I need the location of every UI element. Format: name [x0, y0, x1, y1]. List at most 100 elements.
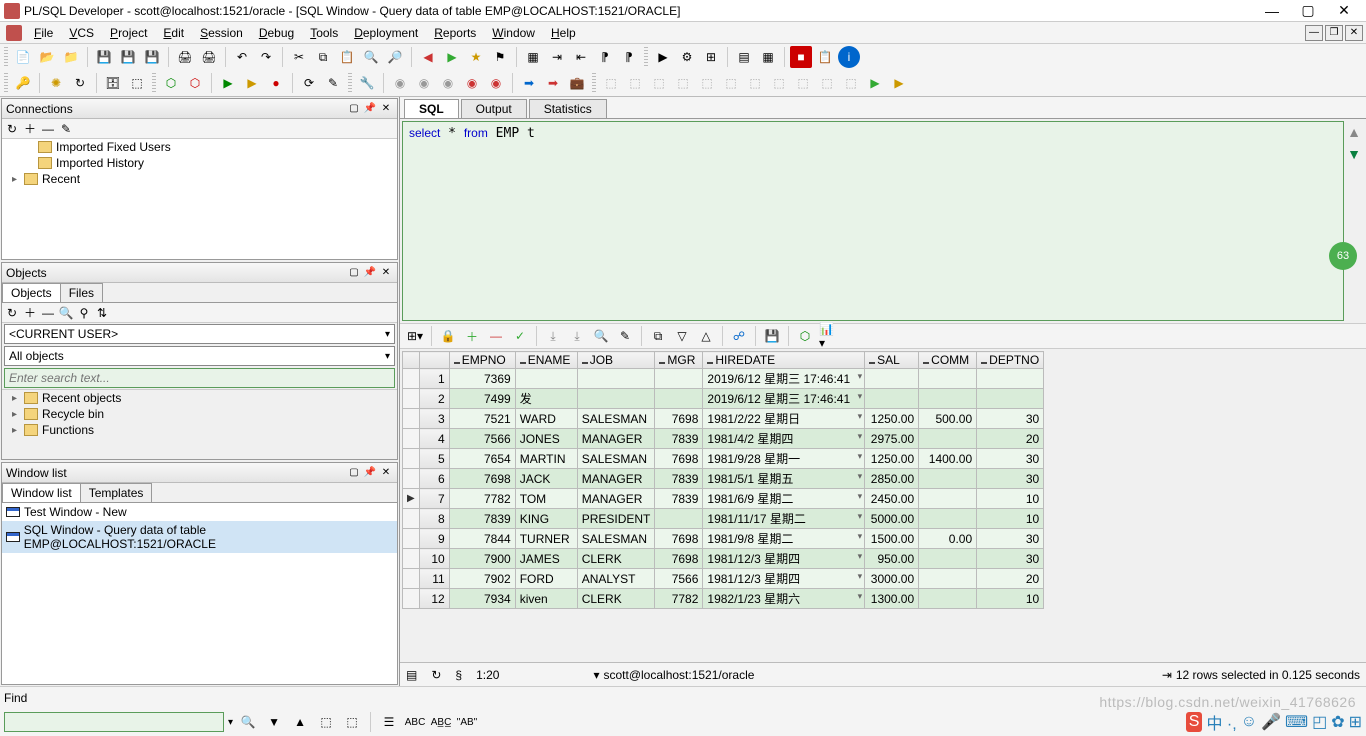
- menu-deployment[interactable]: Deployment: [346, 24, 426, 42]
- find-button[interactable]: 🔍: [360, 46, 382, 68]
- bookmark-list-button[interactable]: ⚑: [489, 46, 511, 68]
- key-button[interactable]: 🔧: [356, 72, 378, 94]
- deploy6-button[interactable]: ⬚: [720, 72, 742, 94]
- maximize-button[interactable]: ▢: [1290, 1, 1326, 21]
- current-user-combo[interactable]: <CURRENT USER>▾: [4, 324, 395, 344]
- deploy12-button[interactable]: ▶: [864, 72, 886, 94]
- find-next-icon[interactable]: ▲: [289, 712, 311, 732]
- tray-ime-icon[interactable]: S: [1186, 712, 1203, 732]
- find-list-icon[interactable]: ☰: [378, 712, 400, 732]
- dbg3-button[interactable]: ◉: [437, 72, 459, 94]
- grid-fx-button[interactable]: ✎: [614, 325, 636, 347]
- find-binoculars-icon[interactable]: 🔍: [237, 712, 259, 732]
- object-folder[interactable]: ▸Recent objects: [2, 390, 397, 406]
- connection-item[interactable]: Imported History: [2, 155, 397, 171]
- objects-tree[interactable]: ▸Recent objects▸Recycle bin▸Functions: [2, 389, 397, 459]
- status-nav-icon[interactable]: ↻: [431, 668, 441, 682]
- wl-close-icon[interactable]: ✕: [379, 466, 393, 480]
- conn-add-icon[interactable]: ＋: [22, 121, 38, 137]
- menu-debug[interactable]: Debug: [251, 24, 302, 42]
- run-button[interactable]: ▶: [217, 72, 239, 94]
- object-folder[interactable]: ▸Recycle bin: [2, 406, 397, 422]
- windowlist-tab-templates[interactable]: Templates: [80, 483, 153, 502]
- menu-help[interactable]: Help: [543, 24, 584, 42]
- nav1-button[interactable]: ➡: [518, 72, 540, 94]
- obj-pin-icon[interactable]: ▢: [347, 266, 361, 280]
- objects-tab-objects[interactable]: Objects: [2, 283, 61, 302]
- bookmark-button[interactable]: ★: [465, 46, 487, 68]
- window-list-button[interactable]: ▤: [733, 46, 755, 68]
- grid-lock-button[interactable]: 🔒: [437, 325, 459, 347]
- find-abc-icon[interactable]: ABC: [404, 712, 426, 732]
- menu-tools[interactable]: Tools: [302, 24, 346, 42]
- obj-sort-icon[interactable]: ⇅: [94, 305, 110, 321]
- obj-del-icon[interactable]: —: [40, 305, 56, 321]
- sql-tab-sql[interactable]: SQL: [404, 99, 459, 118]
- print-setup-button[interactable]: 🖨: [198, 46, 220, 68]
- stop-button[interactable]: ■: [790, 46, 812, 68]
- grid-chart-button[interactable]: 📊▾: [818, 325, 840, 347]
- grid-sort-button[interactable]: △: [695, 325, 717, 347]
- close-button[interactable]: ✕: [1326, 1, 1362, 21]
- object-folder[interactable]: ▸Functions: [2, 422, 397, 438]
- conn-refresh-icon[interactable]: ↻: [4, 121, 20, 137]
- grid-insert-button[interactable]: ＋: [461, 325, 483, 347]
- mdi-close-button[interactable]: ✕: [1345, 25, 1363, 41]
- comment-button[interactable]: ⁋: [594, 46, 616, 68]
- dbg5-button[interactable]: ◉: [485, 72, 507, 94]
- menu-reports[interactable]: Reports: [426, 24, 484, 42]
- tray-kbd-icon[interactable]: ⌨: [1285, 712, 1308, 732]
- undo-button[interactable]: ↶: [231, 46, 253, 68]
- menu-file[interactable]: File: [26, 24, 61, 42]
- deploy10-button[interactable]: ⬚: [816, 72, 838, 94]
- indent-button[interactable]: ⇥: [546, 46, 568, 68]
- wl-opts-icon[interactable]: 📌: [363, 466, 377, 480]
- data-grid[interactable]: EMPNOENAMEJOBMGRHIREDATESALCOMMDEPTNO173…: [402, 351, 1364, 660]
- obj-refresh-icon[interactable]: ↻: [4, 305, 20, 321]
- tray-smile-icon[interactable]: ☺: [1241, 713, 1257, 731]
- print-button[interactable]: 🖨: [174, 46, 196, 68]
- sql-tab-statistics[interactable]: Statistics: [529, 99, 607, 118]
- menu-window[interactable]: Window: [484, 24, 543, 42]
- menu-edit[interactable]: Edit: [155, 24, 192, 42]
- grid-export-button[interactable]: 💾: [761, 325, 783, 347]
- save-button[interactable]: 💾: [93, 46, 115, 68]
- editor-down-icon[interactable]: ▼: [1347, 146, 1361, 162]
- beautify-button[interactable]: ✎: [322, 72, 344, 94]
- objects-button[interactable]: ⬚: [126, 72, 148, 94]
- deploy1-button[interactable]: ⬚: [600, 72, 622, 94]
- find-prev-icon[interactable]: ▼: [263, 712, 285, 732]
- window-item[interactable]: SQL Window - Query data of table EMP@LOC…: [2, 521, 397, 553]
- obj-close-icon[interactable]: ✕: [379, 266, 393, 280]
- grid-delete-button[interactable]: —: [485, 325, 507, 347]
- tray-lang-icon[interactable]: 中 ·,: [1206, 710, 1236, 734]
- sql-tab-output[interactable]: Output: [461, 99, 527, 118]
- find-abc2-icon[interactable]: AB̲C̲: [430, 712, 452, 732]
- dbg1-button[interactable]: ◉: [389, 72, 411, 94]
- deploy13-button[interactable]: ▶: [888, 72, 910, 94]
- grid-nav-button[interactable]: ⊞▾: [404, 325, 426, 347]
- deploy9-button[interactable]: ⬚: [792, 72, 814, 94]
- window-item[interactable]: Test Window - New: [2, 503, 397, 521]
- grid-post-button[interactable]: ✓: [509, 325, 531, 347]
- conn-edit-icon[interactable]: ✎: [58, 121, 74, 137]
- compile2-button[interactable]: ⟳: [298, 72, 320, 94]
- panel-opts-icon[interactable]: 📌: [363, 102, 377, 116]
- uncomment-button[interactable]: ⁋: [618, 46, 640, 68]
- save-all-button[interactable]: 💾: [117, 46, 139, 68]
- menu-session[interactable]: Session: [192, 24, 251, 42]
- grid-fetchall-button[interactable]: ⤓: [566, 325, 588, 347]
- cut-button[interactable]: ✂: [288, 46, 310, 68]
- logon-button[interactable]: 🔑: [12, 72, 34, 94]
- step-button[interactable]: ▶: [241, 72, 263, 94]
- paste-button[interactable]: 📋: [336, 46, 358, 68]
- tray-mic-icon[interactable]: 🎤: [1261, 712, 1281, 732]
- object-filter-combo[interactable]: All objects▾: [4, 346, 395, 366]
- wl-pin-icon[interactable]: ▢: [347, 466, 361, 480]
- prefs-button[interactable]: ✺: [45, 72, 67, 94]
- find-ab-icon[interactable]: "AB": [456, 712, 478, 732]
- grid-single-button[interactable]: ⬡: [794, 325, 816, 347]
- macro-button[interactable]: ▦: [522, 46, 544, 68]
- tray-grid-icon[interactable]: ⊞: [1349, 712, 1362, 732]
- outdent-button[interactable]: ⇤: [570, 46, 592, 68]
